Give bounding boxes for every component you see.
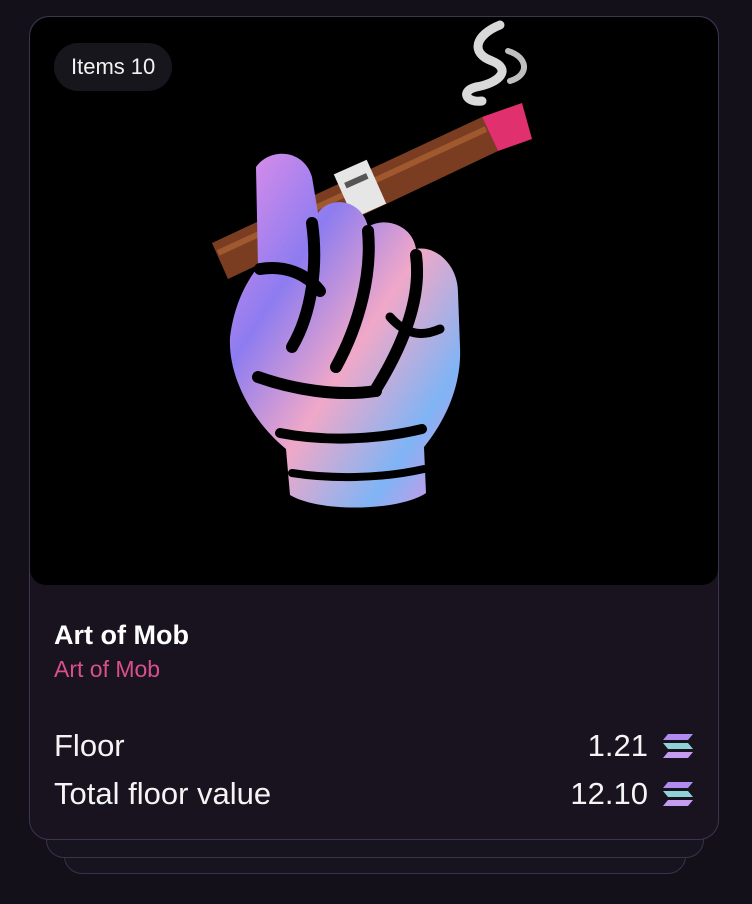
collection-title[interactable]: Art of Mob xyxy=(54,617,694,653)
collection-card[interactable]: Items 10 Art of Mob Art of Mob Floor 1.21… xyxy=(29,16,719,840)
stat-value-group: 12.10 xyxy=(570,776,694,812)
collection-stats: Floor 1.21 Total floor value 12.10 xyxy=(54,722,694,818)
items-count-badge: Items 10 xyxy=(54,43,173,91)
stat-label: Floor xyxy=(54,728,125,763)
collection-image[interactable]: Items 10 xyxy=(30,17,718,585)
stat-value: 1.21 xyxy=(587,728,648,763)
stat-value: 12.10 xyxy=(570,776,648,811)
stat-value-group: 1.21 xyxy=(588,728,694,764)
collection-subtitle[interactable]: Art of Mob xyxy=(54,654,694,684)
stat-row-floor: Floor 1.21 xyxy=(54,722,694,770)
items-count: 10 xyxy=(130,54,156,79)
items-label: Items xyxy=(71,54,125,79)
collection-info: Art of Mob Art of Mob Floor 1.21 Total f… xyxy=(54,617,694,818)
solana-icon xyxy=(663,734,693,758)
solana-icon xyxy=(663,782,693,806)
fist-with-cigar-artwork xyxy=(212,20,532,508)
stat-row-total-floor-value: Total floor value 12.10 xyxy=(54,770,694,818)
stat-label: Total floor value xyxy=(54,776,272,811)
